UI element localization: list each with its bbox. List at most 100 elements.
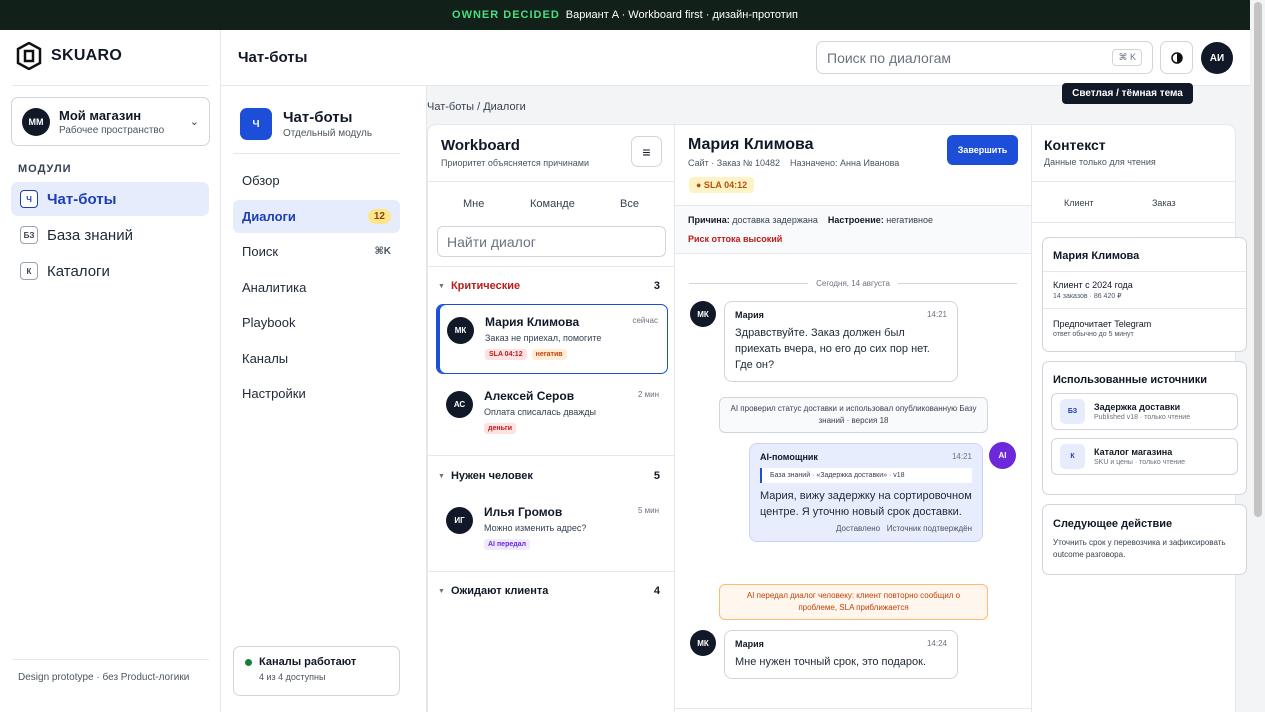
submenu-item-dialogs[interactable]: Диалоги 12	[233, 200, 400, 233]
conversation-item[interactable]: ИГ Илья Громов Можно изменить адрес? AI …	[436, 495, 668, 565]
module-badge: Ч	[20, 190, 38, 208]
module-chatbots[interactable]: Ч Чат-боты	[11, 182, 209, 216]
submenu-item-label: Настройки	[242, 386, 306, 401]
divider	[1032, 222, 1235, 223]
submenu-item-label: Playbook	[242, 315, 296, 330]
workboard-panel: Workboard Приоритет объясняется причинам…	[427, 124, 675, 712]
context-sub: Данные только для чтения	[1044, 157, 1156, 167]
mood-value: негативное	[886, 215, 934, 225]
submenu-item-search[interactable]: Поиск ⌘K	[233, 235, 400, 268]
logo-icon	[16, 42, 42, 70]
client-name: Мария Климова	[1053, 250, 1140, 262]
group-critical[interactable]: ▼ Критические 3	[438, 280, 660, 292]
divider	[428, 181, 674, 182]
system-event: AI проверил статус доставки и использова…	[719, 397, 988, 433]
submenu-item-analytics[interactable]: Аналитика	[233, 271, 400, 304]
prototype-banner: OWNER DECIDED Вариант A · Workboard firs…	[0, 0, 1250, 30]
workspace-sub: Рабочее пространство	[59, 124, 165, 136]
ai-message: AI-помощник 14:21 База знаний · «Задержка…	[749, 443, 983, 542]
tab-order[interactable]: Заказ	[1152, 198, 1176, 208]
divider	[675, 708, 1031, 709]
divider	[12, 85, 209, 86]
message-text: Мне нужен точный срок, это подарок.	[735, 656, 927, 668]
message-text: Здравствуйте. Заказ должен был приехать …	[735, 327, 930, 371]
avatar: МК	[447, 317, 474, 344]
customer-message: Мария 14:24 Мне нужен точный срок, это по…	[724, 630, 958, 679]
submenu-item-label: Поиск	[242, 244, 279, 259]
avatar: МК	[690, 630, 716, 656]
conversation-time: 5 мин	[637, 506, 659, 515]
group-needs-human[interactable]: ▼ Нужен человек 5	[438, 470, 660, 482]
caret-down-icon: ▼	[438, 282, 445, 290]
logo[interactable]: SKUARO	[16, 42, 122, 70]
module-catalogs[interactable]: К Каталоги	[11, 254, 209, 288]
conversation-time: 2 мин	[637, 390, 659, 399]
module-knowledge-base[interactable]: БЗ База знаний	[11, 218, 209, 252]
group-name: Ожидают клиента	[450, 585, 549, 597]
conversation-info: Причина: доставка задержана Настроение: …	[675, 205, 1031, 254]
conversation-item[interactable]: АС Алексей Серов Оплата списалась дважды…	[436, 379, 668, 449]
submenu-item-settings[interactable]: Настройки	[233, 377, 400, 410]
dialogs-count-badge: 12	[367, 209, 391, 224]
tab-client[interactable]: Клиент	[1064, 198, 1094, 208]
message-author: Мария	[735, 310, 764, 320]
search-input[interactable]: Поиск по диалогам ⌘ K	[816, 41, 1153, 74]
ai-handoff-chip: AI передал	[484, 539, 531, 550]
group-waiting-client[interactable]: ▼ Ожидают клиента 4	[438, 585, 660, 597]
source-name: Каталог магазина	[1094, 447, 1173, 457]
ai-avatar: AI	[989, 442, 1016, 469]
submenu-item-channels[interactable]: Каналы	[233, 342, 400, 375]
find-dialog-input[interactable]: Найти диалог	[437, 226, 666, 257]
conversation-preview: Можно изменить адрес?	[484, 523, 587, 533]
submenu-item-overview[interactable]: Обзор	[233, 164, 400, 197]
handoff-event: AI передал диалог человеку: клиент повто…	[719, 584, 988, 620]
channels-status-card[interactable]: Каналы работают 4 из 4 доступны	[233, 646, 400, 696]
sla-chip: SLA 04:12	[485, 349, 527, 360]
chat-contact-name: Мария Климова	[688, 136, 814, 153]
submenu-sub: Отдельный модуль	[283, 128, 373, 139]
reason-label: Причина:	[688, 215, 730, 225]
tab-team[interactable]: Команде	[530, 198, 575, 210]
conversation-time: сейчас	[632, 316, 658, 325]
reason-value: доставка задержана	[732, 215, 818, 225]
scrollbar-thumb[interactable]	[1254, 2, 1262, 517]
next-action-card: Следующее действие Уточнить срок у перев…	[1042, 504, 1247, 575]
menu-icon[interactable]: ≡	[631, 136, 662, 167]
client-preference: Предпочитает Telegram	[1053, 319, 1152, 329]
chatbot-module-icon: Ч	[240, 108, 272, 140]
source-item[interactable]: К Каталог магазина SKU и цены · только чт…	[1051, 438, 1238, 475]
conversation-item[interactable]: МК Мария Климова Заказ не приехал, помог…	[436, 304, 668, 374]
modules-label: МОДУЛИ	[18, 163, 72, 175]
source-item[interactable]: БЗ Задержка доставки Published v18 · толь…	[1051, 393, 1238, 430]
chat-meta: Сайт · Заказ № 10482 Назначено: Анна Ива…	[688, 158, 900, 168]
module-label: База знаний	[47, 226, 133, 244]
page-title: Чат-боты	[238, 49, 308, 66]
tab-all[interactable]: Все	[620, 198, 639, 210]
avatar: МК	[690, 301, 716, 327]
message-author: Мария	[735, 639, 764, 649]
divider	[428, 455, 674, 456]
date-label: Сегодня, 14 августа	[816, 279, 890, 288]
conversation-name: Алексей Серов	[484, 389, 575, 403]
submenu-header: Ч Чат-боты Отдельный модуль	[240, 108, 372, 140]
workspace-switcher[interactable]: ММ Мой магазин Рабочее пространство ⌄	[11, 97, 210, 146]
message-time: 14:21	[951, 452, 972, 461]
group-count: 5	[653, 470, 660, 482]
theme-toggle-button[interactable]	[1160, 41, 1193, 74]
client-stats: 14 заказов · 86 420 ₽	[1053, 293, 1122, 300]
conversation-preview: Заказ не приехал, помогите	[485, 333, 602, 343]
divider	[1043, 271, 1246, 272]
context-title: Контекст	[1044, 137, 1106, 153]
submenu-item-playbook[interactable]: Playbook	[233, 306, 400, 339]
submenu-title: Чат-боты	[283, 109, 353, 126]
module-badge: К	[20, 262, 38, 280]
workspace-name: Мой магазин	[59, 107, 142, 123]
tab-mine[interactable]: Мне	[463, 198, 484, 210]
workboard-title: Workboard	[441, 137, 520, 154]
finish-button[interactable]: Завершить	[947, 135, 1018, 165]
contrast-icon	[1170, 51, 1183, 64]
scrollbar[interactable]	[1252, 0, 1265, 712]
knowledge-quote[interactable]: База знаний · «Задержка доставки» · v18	[760, 468, 972, 483]
footer-note: Design prototype · без Product-логики	[18, 672, 190, 683]
user-avatar[interactable]: АИ	[1201, 42, 1233, 74]
